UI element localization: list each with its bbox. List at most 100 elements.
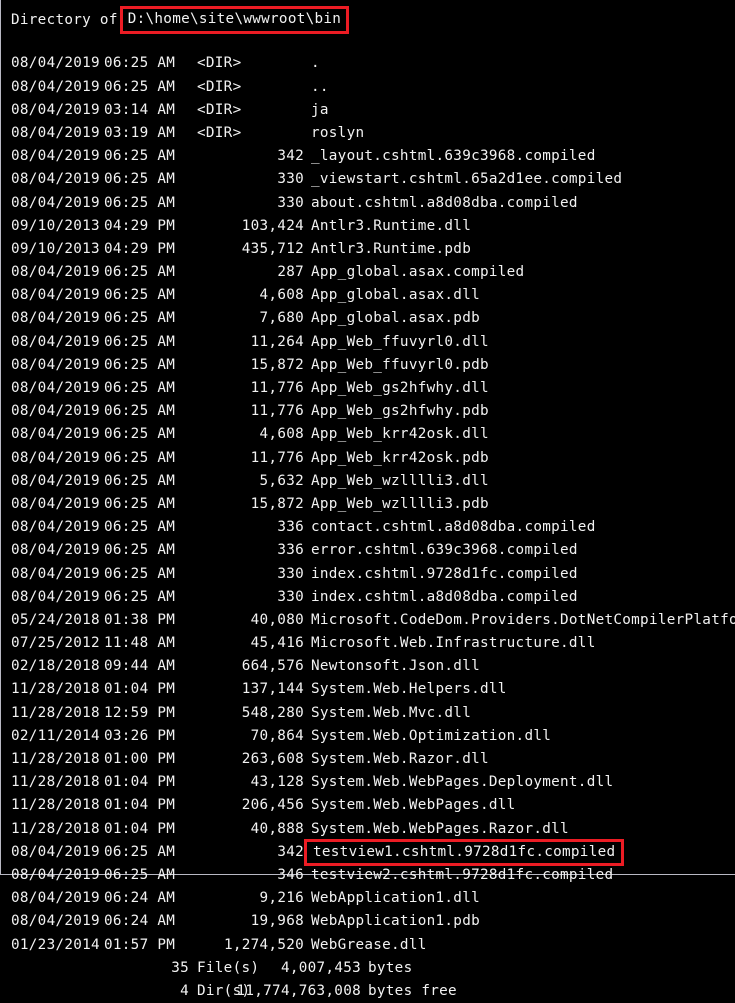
entry-size: 11,776	[250, 403, 304, 420]
entry-size: 287	[277, 264, 304, 281]
entry-size: 206,456	[241, 797, 304, 814]
entry-size: 7,680	[259, 310, 304, 327]
entry-time: 06:25 AM	[104, 588, 176, 605]
entry-name: ..	[311, 78, 329, 95]
directory-entry-row: 01/23/2014 01:57 PM 1,274,520 WebGrease.dll	[1, 934, 735, 957]
entry-size: 103,424	[241, 217, 304, 234]
entry-name: WebGrease.dll	[311, 936, 427, 953]
entry-date: 08/04/2019	[11, 866, 100, 883]
directory-entry-row: 08/04/2019 06:25 AM 7,680 App_global.asax.p…	[1, 307, 735, 330]
entry-time: 06:25 AM	[104, 171, 176, 188]
directory-entry-row: 11/28/2018 01:00 PM 263,608 System.Web.Razo…	[1, 748, 735, 771]
entry-date: 08/04/2019	[11, 472, 100, 489]
directory-entry-row: 11/28/2018 01:04 PM 206,456 System.Web.WebP…	[1, 794, 735, 817]
entry-time: 06:25 AM	[104, 542, 176, 559]
entry-time: 06:25 AM	[104, 194, 176, 211]
directory-entry-row: 08/04/2019 06:25 AM 4,608 App_Web_krr42osk.…	[1, 423, 735, 446]
entry-date: 08/04/2019	[11, 588, 100, 605]
entry-time: 06:25 AM	[104, 55, 176, 72]
entry-time: 09:44 AM	[104, 658, 176, 675]
entry-name: ja	[311, 101, 329, 118]
entry-date: 05/24/2018	[11, 611, 100, 628]
entry-date: 08/04/2019	[11, 55, 100, 72]
entry-date: 11/28/2018	[11, 820, 100, 837]
entry-name: contact.cshtml.a8d08dba.compiled	[311, 519, 596, 536]
entry-name: App_Web_gs2hfwhy.pdb	[311, 403, 489, 420]
summary-bytes: 11,774,763,008	[236, 982, 361, 999]
directory-entry-row: 08/04/2019 06:25 AM <DIR>.	[1, 52, 735, 75]
entry-date: 08/04/2019	[11, 171, 100, 188]
directory-listing: 08/04/2019 06:25 AM <DIR>. 08/04/2019 06:25 …	[1, 52, 735, 956]
entry-time: 01:04 PM	[104, 681, 176, 698]
entry-name: App_Web_ffuvyrl0.pdb	[311, 356, 489, 373]
directory-entry-row: 08/04/2019 06:25 AM 4,608 App_global.asax.d…	[1, 284, 735, 307]
command-prompt-console[interactable]: Directory of D:\home\site\wwwroot\bin 08/…	[0, 0, 735, 999]
directory-entry-row: 08/04/2019 06:25 AM 330 _viewstart.cshtml.6…	[1, 168, 735, 191]
entry-name: App_global.asax.compiled	[311, 264, 525, 281]
entry-time: 04:29 PM	[104, 217, 176, 234]
entry-size: 342	[277, 843, 304, 860]
entry-dir-marker: <DIR>	[197, 78, 242, 95]
directory-entry-row: 08/04/2019 06:25 AM 11,776 App_Web_gs2hfwhy…	[1, 400, 735, 423]
entry-name: System.Web.Razor.dll	[311, 751, 489, 767]
directory-entry-row: 11/28/2018 12:59 PM 548,280 System.Web.Mvc.…	[1, 702, 735, 725]
directory-entry-row: 09/10/2013 04:29 PM 435,712 Antlr3.Runtime.…	[1, 238, 735, 261]
entry-size: 330	[277, 588, 304, 605]
entry-name: Microsoft.Web.Infrastructure.dll	[311, 635, 596, 652]
directory-entry-row: 07/25/2012 11:48 AM 45,416 Microsoft.Web.In…	[1, 632, 735, 655]
entry-size: 11,264	[250, 333, 304, 350]
entry-size: 70,864	[250, 727, 304, 744]
entry-time: 06:25 AM	[104, 264, 176, 281]
entry-time: 11:48 AM	[104, 635, 176, 652]
entry-size: 43,128	[250, 774, 304, 791]
entry-time: 06:25 AM	[104, 310, 176, 327]
entry-date: 08/04/2019	[11, 890, 100, 907]
entry-date: 09/10/2013	[11, 240, 100, 257]
highlighted-entry-name: testview1.cshtml.9728d1fc.compiled	[304, 838, 625, 866]
entry-size: 263,608	[241, 751, 304, 767]
entry-time: 06:25 AM	[104, 426, 176, 443]
entry-date: 08/04/2019	[11, 194, 100, 211]
entry-date: 08/04/2019	[11, 101, 100, 118]
entry-date: 08/04/2019	[11, 426, 100, 443]
entry-date: 01/23/2014	[11, 936, 100, 953]
entry-date: 11/28/2018	[11, 774, 100, 791]
entry-name: System.Web.Optimization.dll	[311, 727, 552, 744]
entry-name: System.Web.Mvc.dll	[311, 704, 472, 721]
entry-date: 02/18/2018	[11, 658, 100, 675]
entry-time: 06:24 AM	[104, 913, 176, 930]
entry-time: 01:04 PM	[104, 774, 176, 791]
entry-time: 06:25 AM	[104, 287, 176, 304]
directory-entry-row: 02/11/2014 03:26 PM 70,864 System.Web.Optim…	[1, 725, 735, 748]
entry-name: roslyn	[311, 124, 365, 141]
directory-entry-row: 08/04/2019 06:25 AM 336 error.cshtml.639c39…	[1, 539, 735, 562]
entry-name: Newtonsoft.Json.dll	[311, 658, 480, 675]
entry-time: 06:24 AM	[104, 890, 176, 907]
directory-header: Directory of D:\home\site\wwwroot\bin	[1, 0, 735, 34]
entry-date: 08/04/2019	[11, 264, 100, 281]
directory-entry-row: 08/04/2019 06:25 AM 342 _layout.cshtml.639c…	[1, 145, 735, 168]
file-count-summary: 35 File(s) 4,007,453 bytes	[1, 957, 735, 980]
entry-size: 11,776	[250, 449, 304, 466]
dir-count-summary: 4 Dir(s) 11,774,763,008 bytes free	[1, 980, 735, 1003]
entry-time: 06:25 AM	[104, 472, 176, 489]
entry-date: 09/10/2013	[11, 217, 100, 234]
entry-time: 06:25 AM	[104, 866, 176, 883]
entry-name: WebApplication1.dll	[311, 890, 480, 907]
highlighted-directory-path: D:\home\site\wwwroot\bin	[119, 6, 350, 34]
entry-dir-marker: <DIR>	[197, 124, 242, 141]
entry-name: App_Web_krr42osk.pdb	[311, 449, 489, 466]
entry-date: 08/04/2019	[11, 542, 100, 559]
entry-name: Antlr3.Runtime.pdb	[311, 240, 472, 257]
entry-time: 06:25 AM	[104, 148, 176, 165]
directory-entry-row: 08/04/2019 06:25 AM 15,872 App_Web_wzlllli3…	[1, 493, 735, 516]
directory-entry-row: 08/04/2019 06:24 AM 19,968 WebApplication1.…	[1, 910, 735, 933]
entry-date: 11/28/2018	[11, 704, 100, 721]
entry-time: 06:25 AM	[104, 403, 176, 420]
directory-entry-row: 08/04/2019 06:25 AM 330 about.cshtml.a8d08d…	[1, 192, 735, 215]
entry-time: 01:04 PM	[104, 820, 176, 837]
entry-date: 08/04/2019	[11, 310, 100, 327]
directory-entry-row: 05/24/2018 01:38 PM 40,080 Microsoft.CodeDo…	[1, 609, 735, 632]
entry-date: 08/04/2019	[11, 333, 100, 350]
entry-name: Microsoft.CodeDom.Providers.DotNetCompil…	[311, 611, 735, 628]
